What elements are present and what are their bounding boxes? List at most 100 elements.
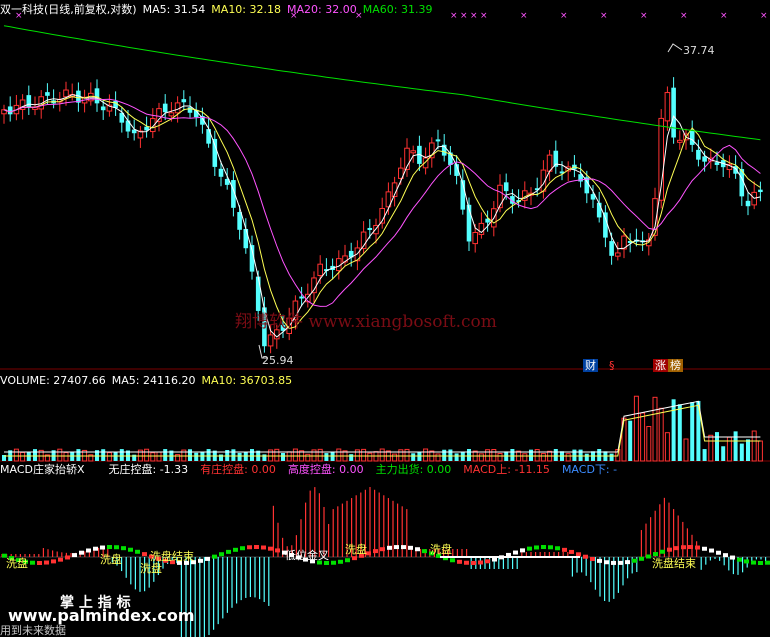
macd-signal-block <box>464 560 469 565</box>
candle-down <box>671 87 676 138</box>
volume-bar <box>664 432 670 462</box>
macd-signal-block <box>562 547 567 552</box>
badge-section[interactable]: § <box>607 359 617 372</box>
macd-signal-block <box>408 545 413 550</box>
macd-signal-block <box>681 545 686 550</box>
volume-bar <box>708 434 714 462</box>
macd-signal-block <box>79 550 84 555</box>
volume-bar <box>250 449 254 461</box>
macd-signal-block <box>576 552 581 557</box>
macd-signal-block <box>604 560 609 565</box>
macd-signal-block <box>121 546 126 551</box>
wuzhuang-value: 无庄控盘: -1.33 <box>108 463 189 476</box>
macd-signal-block <box>590 556 595 561</box>
volume-bar <box>584 453 589 461</box>
volume-bar <box>640 412 646 462</box>
candle-up <box>63 89 69 98</box>
volume-bar <box>336 448 342 462</box>
macd-signal-block <box>737 557 742 562</box>
macd-signal-block <box>37 560 42 565</box>
macd-signal-block <box>65 555 70 560</box>
macd-signal-block <box>387 545 392 550</box>
candle-up <box>317 263 323 277</box>
macd-signal-block <box>457 559 462 564</box>
volume-bar <box>757 440 763 462</box>
volume-bar <box>411 453 416 461</box>
volume-bar <box>646 426 652 462</box>
macd-signal-block <box>58 557 63 562</box>
volume-bar <box>144 448 150 462</box>
volume-bar <box>219 454 223 461</box>
candle-up <box>168 112 175 117</box>
candle-down <box>702 156 707 162</box>
candle-up <box>267 334 274 347</box>
volume-bar <box>26 452 31 461</box>
macd-signal-block <box>660 549 665 554</box>
gaodu-value: 高度控盘: 0.00 <box>287 463 364 476</box>
macd-signal-block <box>268 546 273 551</box>
macd-signal-block <box>100 545 105 550</box>
volume-bar <box>467 449 471 461</box>
badge-rise[interactable]: 涨 <box>653 359 668 372</box>
badge-rank[interactable]: 榜 <box>668 359 683 372</box>
volume-chart-panel[interactable] <box>0 377 770 462</box>
macd-signal-block <box>44 560 49 565</box>
volume-bar <box>57 448 63 462</box>
xipan-label-1: 洗盘 <box>6 557 28 570</box>
volume-value: VOLUME: 27407.66 <box>0 374 106 387</box>
macd-signal-block <box>569 549 574 554</box>
volume-bar <box>324 453 329 461</box>
volume-bar <box>70 452 75 461</box>
macd-signal-block <box>716 550 721 555</box>
volume-bar <box>733 431 738 461</box>
macd-signal-block <box>513 550 518 555</box>
volume-bar <box>367 452 373 462</box>
volume-bar <box>715 432 719 461</box>
macd-signal-block <box>205 556 210 561</box>
candle-down <box>689 130 695 145</box>
macd-signal-block <box>632 558 637 563</box>
volume-bar <box>188 449 192 461</box>
macd-signal-block <box>72 553 77 558</box>
candle-down <box>100 106 106 111</box>
macd-signal-block <box>744 559 749 564</box>
volume-bar <box>163 449 168 461</box>
signal-marker: × <box>470 11 478 21</box>
volume-bar <box>454 453 459 461</box>
badge-finance[interactable]: 财 <box>583 359 598 372</box>
candle-down <box>255 276 261 311</box>
signal-marker: × <box>640 11 648 21</box>
macd-signal-block <box>114 545 119 550</box>
low-price-label: 25.94 <box>262 354 294 367</box>
volume-bar <box>292 448 298 462</box>
volume-bar <box>671 399 676 461</box>
macd-down-value: MACD下: - <box>561 463 618 476</box>
signal-marker: × <box>600 11 608 21</box>
candle-down <box>435 139 441 142</box>
candle-up <box>410 150 416 154</box>
xipan-label-5: 洗盘 <box>430 543 452 556</box>
stock-title: 双一科技(日线,前复权,对数) <box>0 3 137 16</box>
xipan-label-2: 洗盘 <box>100 553 122 566</box>
macd-signal-block <box>618 560 623 565</box>
volume-bar <box>156 451 162 462</box>
volume-bar <box>448 449 453 461</box>
volume-bar <box>119 449 124 461</box>
macd-signal-block <box>597 558 602 563</box>
volume-bar <box>423 448 429 462</box>
macd-signal-block <box>219 552 224 557</box>
signal-marker: × <box>720 11 728 21</box>
volume-bar <box>281 452 285 461</box>
volume-bar <box>13 448 19 462</box>
xipanjieshu-label-2: 洗盘结束 <box>652 557 696 570</box>
xipanjieshu-label-1: 洗盘结束 <box>150 550 194 563</box>
macd-signal-block <box>758 560 763 565</box>
macd-signal-block <box>401 545 406 550</box>
macd-signal-block <box>527 546 532 551</box>
macd-signal-block <box>646 554 651 559</box>
volume-bar <box>553 449 558 461</box>
signal-marker: × <box>460 11 468 21</box>
stock-chart-window: × × × × × × × × × × × × × × 双一科技(日线,前复权,对数) MA5: 31.54… <box>0 0 770 637</box>
macd-signal-block <box>275 548 280 553</box>
macd-indicator-name[interactable]: MACD庄家抬轿X <box>0 463 85 476</box>
